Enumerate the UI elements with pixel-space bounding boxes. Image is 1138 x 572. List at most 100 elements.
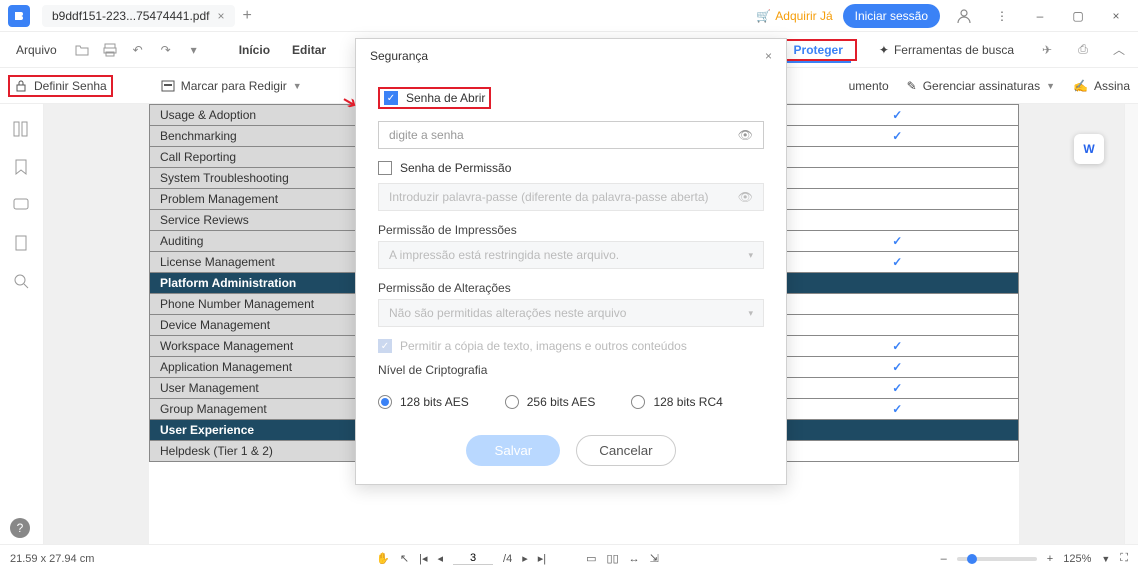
open-password-label: Senha de Abrir: [406, 91, 485, 105]
enc1-label: 128 bits AES: [400, 395, 469, 409]
new-tab-button[interactable]: +: [243, 7, 252, 25]
print-icon[interactable]: [99, 39, 121, 61]
dialog-title: Segurança: [370, 49, 428, 63]
manage-signatures-button[interactable]: ✎ Gerenciar assinaturas ▼: [907, 79, 1055, 93]
eye-icon[interactable]: 👁: [738, 128, 753, 142]
acquire-link[interactable]: 🛒 Adquirir Já: [756, 9, 832, 23]
row-c4: [776, 168, 1019, 189]
split-icon[interactable]: ⇲: [650, 552, 659, 565]
document-tab[interactable]: b9ddf151-223...75474441.pdf ×: [42, 5, 235, 27]
zoom-in-icon[interactable]: +: [1047, 553, 1053, 565]
open-password-input[interactable]: digite a senha 👁: [378, 121, 764, 149]
permission-password-checkbox[interactable]: [378, 161, 392, 175]
chevron-down-icon: ▾: [748, 250, 753, 261]
permission-password-row: Senha de Permissão: [378, 161, 764, 175]
row-c4: ✓: [776, 105, 1019, 126]
dropdown-icon[interactable]: ▾: [183, 39, 205, 61]
menu-file[interactable]: Arquivo: [8, 39, 65, 61]
change-permission-select: Não são permitidas alterações neste arqu…: [378, 299, 764, 327]
acquire-label: Adquirir Já: [775, 9, 832, 23]
user-icon[interactable]: [950, 2, 978, 30]
sparkle-icon: ✦: [879, 43, 889, 57]
app-icon: [8, 5, 30, 27]
bookmark-icon[interactable]: [12, 158, 32, 178]
dialog-header: Segurança ×: [356, 39, 786, 73]
menu-search-tools[interactable]: ✦ Ferramentas de busca: [871, 39, 1022, 61]
login-button[interactable]: Iniciar sessão: [843, 4, 940, 28]
zoom-out-icon[interactable]: –: [941, 553, 947, 565]
undo-icon[interactable]: ↶: [127, 39, 149, 61]
enc-256-aes-radio[interactable]: 256 bits AES: [505, 395, 596, 409]
menu-home[interactable]: Início: [231, 39, 278, 61]
select-tool-icon[interactable]: ↖: [400, 552, 409, 565]
collapse-ribbon-icon[interactable]: ︿: [1108, 39, 1130, 61]
enc-128-aes-radio[interactable]: 128 bits AES: [378, 395, 469, 409]
close-window-icon[interactable]: ×: [1102, 2, 1130, 30]
lock-icon: [14, 79, 28, 93]
next-page-icon[interactable]: ▸: [522, 552, 528, 565]
zoom-value: 125%: [1063, 553, 1091, 565]
change-permission-label: Permissão de Alterações: [378, 281, 764, 295]
search-tools-label: Ferramentas de busca: [894, 43, 1014, 57]
sign-label: Assina: [1094, 79, 1130, 93]
enc2-label: 256 bits AES: [527, 395, 596, 409]
security-dialog: Segurança × ✓ Senha de Abrir digite a se…: [355, 38, 787, 485]
page-dimensions: 21.59 x 27.94 cm: [10, 553, 94, 565]
chevron-down-icon: ▾: [748, 308, 753, 319]
menu-protect[interactable]: Proteger: [786, 39, 851, 63]
thumbnails-icon[interactable]: [12, 120, 32, 140]
mark-redact-button[interactable]: Marcar para Redigir ▼: [161, 79, 302, 93]
highlight-protect: Proteger: [780, 39, 857, 61]
save-button[interactable]: Salvar: [466, 435, 560, 466]
encryption-options: 128 bits AES 256 bits AES 128 bits RC4: [378, 387, 764, 417]
send-icon[interactable]: ✈: [1036, 39, 1058, 61]
row-c4: [776, 441, 1019, 462]
prev-page-icon[interactable]: ◂: [438, 552, 444, 565]
minimize-icon[interactable]: –: [1026, 2, 1054, 30]
row-c4: [776, 210, 1019, 231]
help-icon[interactable]: ?: [10, 518, 30, 538]
hand-tool-icon[interactable]: ✋: [376, 552, 390, 565]
open-icon[interactable]: [71, 39, 93, 61]
fullscreen-icon[interactable]: ⛶: [1120, 552, 1128, 565]
maximize-icon[interactable]: ▢: [1064, 2, 1092, 30]
vertical-scrollbar[interactable]: [1124, 104, 1138, 544]
row-c4: ✓: [776, 357, 1019, 378]
cancel-button[interactable]: Cancelar: [576, 435, 675, 466]
document-partial-button[interactable]: umento: [849, 79, 889, 93]
zoom-dropdown-icon[interactable]: ▼: [1101, 554, 1110, 564]
close-icon[interactable]: ×: [217, 9, 224, 23]
permission-password-label: Senha de Permissão: [400, 161, 511, 175]
menu-dots-icon[interactable]: ⋮: [988, 2, 1016, 30]
continuous-icon[interactable]: ▯▯: [607, 552, 619, 565]
chevron-down-icon: ▼: [1046, 81, 1055, 91]
zoom-slider[interactable]: [957, 557, 1037, 561]
redo-icon[interactable]: ↷: [155, 39, 177, 61]
row-c4: ✓: [776, 126, 1019, 147]
row-c4: ✓: [776, 378, 1019, 399]
search-icon[interactable]: [12, 272, 32, 292]
set-password-label: Definir Senha: [34, 79, 107, 93]
attachment-icon[interactable]: [12, 234, 32, 254]
sign-button[interactable]: ✍ Assina: [1073, 79, 1130, 93]
row-c4: ✓: [776, 231, 1019, 252]
open-password-checkbox[interactable]: ✓: [384, 91, 398, 105]
pen-icon: ✍: [1073, 79, 1088, 93]
manage-sigs-label: Gerenciar assinaturas: [923, 79, 1040, 93]
row-c4: [776, 294, 1019, 315]
first-page-icon[interactable]: |◂: [419, 552, 427, 565]
perm-pw-placeholder: Introduzir palavra-passe (diferente da p…: [389, 190, 709, 204]
word-export-icon[interactable]: W: [1074, 134, 1104, 164]
mark-redact-label: Marcar para Redigir: [181, 79, 287, 93]
set-password-button[interactable]: Definir Senha: [14, 79, 107, 93]
cloud-icon[interactable]: ⎙: [1072, 39, 1094, 61]
signature-icon: ✎: [907, 79, 917, 93]
dialog-close-icon[interactable]: ×: [765, 49, 772, 63]
fit-width-icon[interactable]: ↔: [629, 553, 640, 565]
enc-128-rc4-radio[interactable]: 128 bits RC4: [631, 395, 722, 409]
single-page-icon[interactable]: ▭: [586, 552, 596, 565]
menu-edit[interactable]: Editar: [284, 39, 334, 61]
page-input[interactable]: [453, 552, 493, 565]
comment-icon[interactable]: [12, 196, 32, 216]
last-page-icon[interactable]: ▸|: [538, 552, 546, 565]
